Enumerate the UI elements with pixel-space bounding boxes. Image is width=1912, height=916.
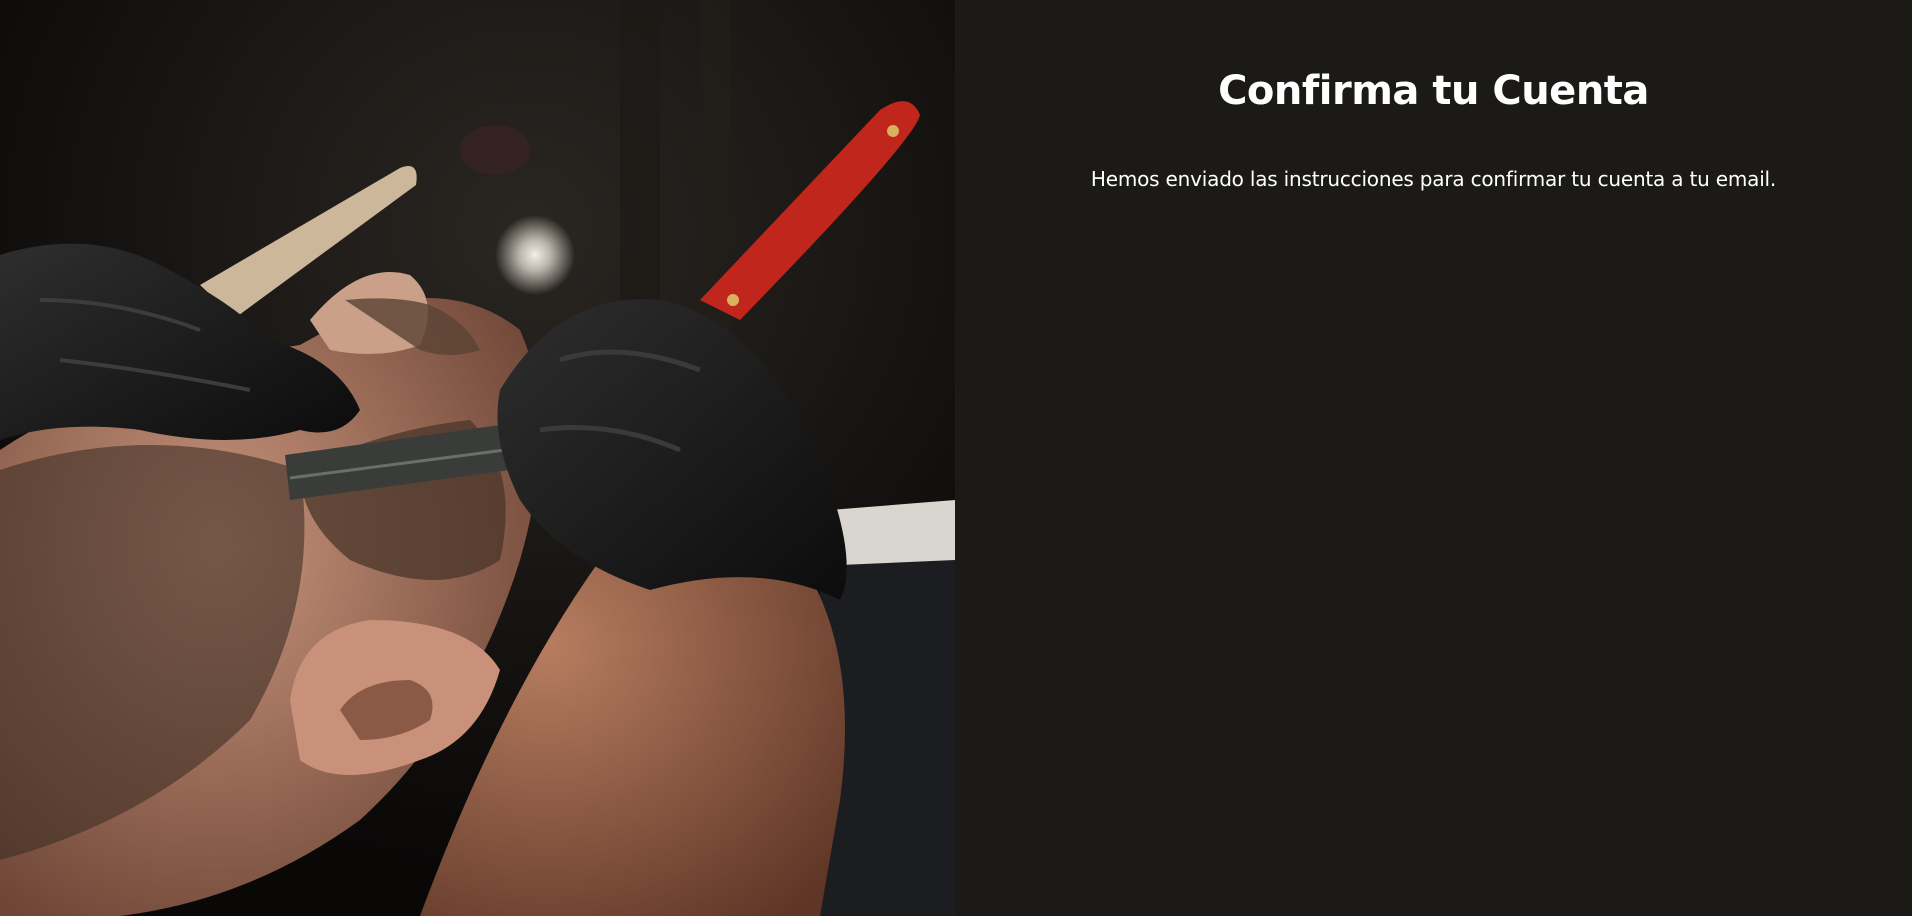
- confirmation-message: Hemos enviado las instrucciones para con…: [1090, 167, 1777, 191]
- page-title: Confirma tu Cuenta: [1218, 68, 1649, 114]
- barber-shave-photo: [0, 0, 955, 916]
- confirm-account-page: Confirma tu Cuenta Hemos enviado las ins…: [0, 0, 1912, 916]
- hero-image: [0, 0, 955, 916]
- confirm-panel: Confirma tu Cuenta Hemos enviado las ins…: [955, 0, 1912, 916]
